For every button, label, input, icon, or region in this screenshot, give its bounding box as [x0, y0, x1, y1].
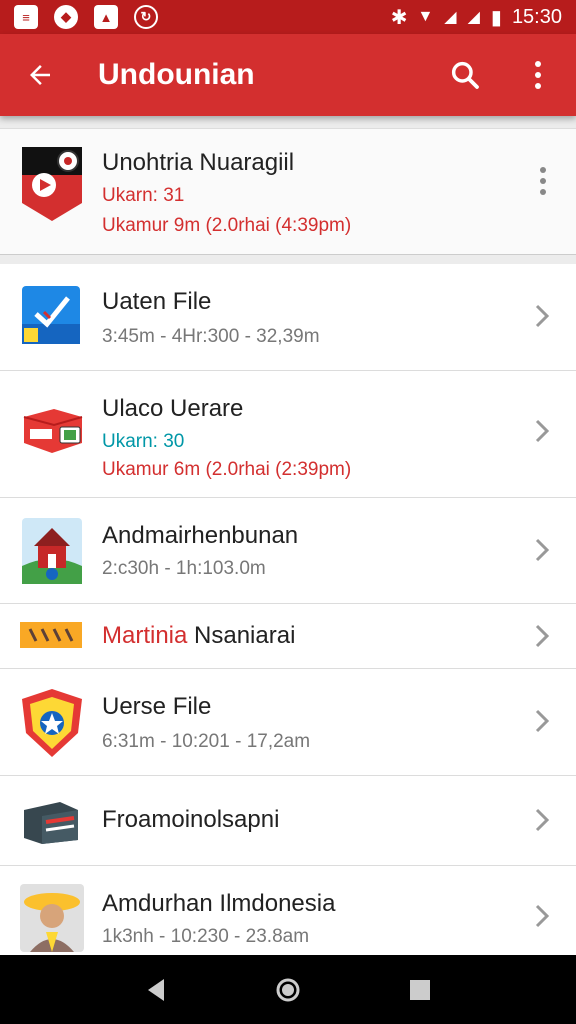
wifi-icon: ▼ — [417, 8, 435, 25]
farmer-icon — [20, 884, 84, 952]
box-icon — [24, 802, 78, 844]
chevron-right-icon — [535, 808, 550, 832]
nav-back-button[interactable] — [136, 970, 176, 1010]
item-title: Martinia Nsaniarai — [102, 622, 295, 650]
palace-icon — [22, 518, 82, 584]
list-item[interactable]: Uerse File 6:31m - 10:201 - 17,2am — [0, 669, 576, 776]
item-title: Andmairhenbunan — [102, 522, 299, 549]
back-button[interactable] — [0, 34, 80, 116]
system-nav-bar — [0, 955, 576, 1024]
chevron-right-icon — [535, 419, 550, 443]
notification-icon: ≡ — [14, 5, 38, 29]
sync-icon: ↻ — [134, 5, 158, 29]
package-icon — [23, 409, 83, 453]
list-item[interactable]: Andmairhenbunan 2:c30h - 1h:103.0m — [0, 498, 576, 604]
clock: 15:30 — [511, 5, 562, 28]
featured-thumbnail — [22, 147, 82, 221]
bluetooth-icon: ✱ — [390, 6, 408, 29]
chevron-right-icon — [535, 624, 550, 648]
signal-icon: ◢ — [444, 9, 458, 26]
featured-item[interactable]: Unohtria Nuaragiil Ukarn: 31 Ukamur 9m (… — [0, 128, 576, 255]
circle-home-icon — [276, 978, 300, 1001]
overflow-menu-button[interactable] — [500, 34, 576, 116]
item-subtitle: 1k3nh - 10:230 - 23.8am — [102, 926, 310, 947]
square-recents-icon — [410, 979, 430, 1000]
signal-icon-2: ◢ — [467, 9, 481, 26]
search-button[interactable] — [430, 34, 500, 116]
list-item[interactable]: Ulaco Uerare Ukarn: 30 Ukamur 6m (2.0rha… — [0, 371, 576, 498]
search-icon — [451, 61, 479, 89]
item-title-rest: Nsaniarai — [187, 622, 296, 649]
chevron-right-icon — [535, 709, 550, 733]
featured-subtitle: Ukarn: 31 — [102, 185, 185, 206]
checkmark-app-icon — [22, 286, 80, 344]
status-bar: ≡ ◆ ▲ ↻ ✱ ▼ ◢ ◢ ▮ 15:30 — [0, 0, 576, 34]
item-title-highlight: Martinia — [102, 622, 188, 649]
file-list: Uaten File 3:45m - 4Hr:300 - 32,39m Ulac… — [0, 264, 576, 976]
more-vert-icon[interactable] — [540, 167, 546, 195]
banner-icon — [20, 622, 82, 648]
battery-icon: ▮ — [490, 6, 502, 29]
item-title: Amdurhan Ilmdonesia — [102, 890, 336, 917]
triangle-back-icon — [148, 978, 164, 1001]
item-title: Uerse File — [102, 693, 212, 720]
nav-recents-button[interactable] — [400, 970, 440, 1010]
featured-title: Unohtria Nuaragiil — [102, 149, 295, 176]
list-item[interactable]: Froamoinolsapni — [0, 776, 576, 866]
item-title: Uaten File — [102, 288, 212, 315]
chevron-right-icon — [535, 538, 550, 562]
photo-icon: ▲ — [94, 5, 118, 29]
arrow-left-icon — [30, 65, 50, 85]
item-subtitle: 6:31m - 10:201 - 17,2am — [102, 731, 311, 752]
page-title: Undounian — [98, 58, 255, 91]
message-icon: ◆ — [54, 5, 78, 29]
chevron-right-icon — [535, 304, 550, 328]
item-subtitle: Ukarn: 30 — [102, 431, 185, 452]
more-vert-icon — [535, 61, 541, 89]
shield-badge-icon — [22, 689, 82, 757]
nav-home-button[interactable] — [268, 970, 308, 1010]
app-bar: Undounian — [0, 34, 576, 116]
list-item[interactable]: Uaten File 3:45m - 4Hr:300 - 32,39m — [0, 264, 576, 371]
item-subtitle: 2:c30h - 1h:103.0m — [102, 558, 266, 579]
chevron-right-icon — [535, 904, 550, 928]
item-title: Ulaco Uerare — [102, 395, 244, 422]
item-subtitle: 3:45m - 4Hr:300 - 32,39m — [102, 326, 320, 347]
item-detail: Ukamur 6m (2.0rhai (2:39pm) — [102, 459, 352, 480]
featured-detail: Ukamur 9m (2.0rhai (4:39pm) — [102, 215, 352, 236]
item-title: Froamoinolsapni — [102, 806, 280, 833]
list-item[interactable]: Martinia Nsaniarai — [0, 604, 576, 669]
